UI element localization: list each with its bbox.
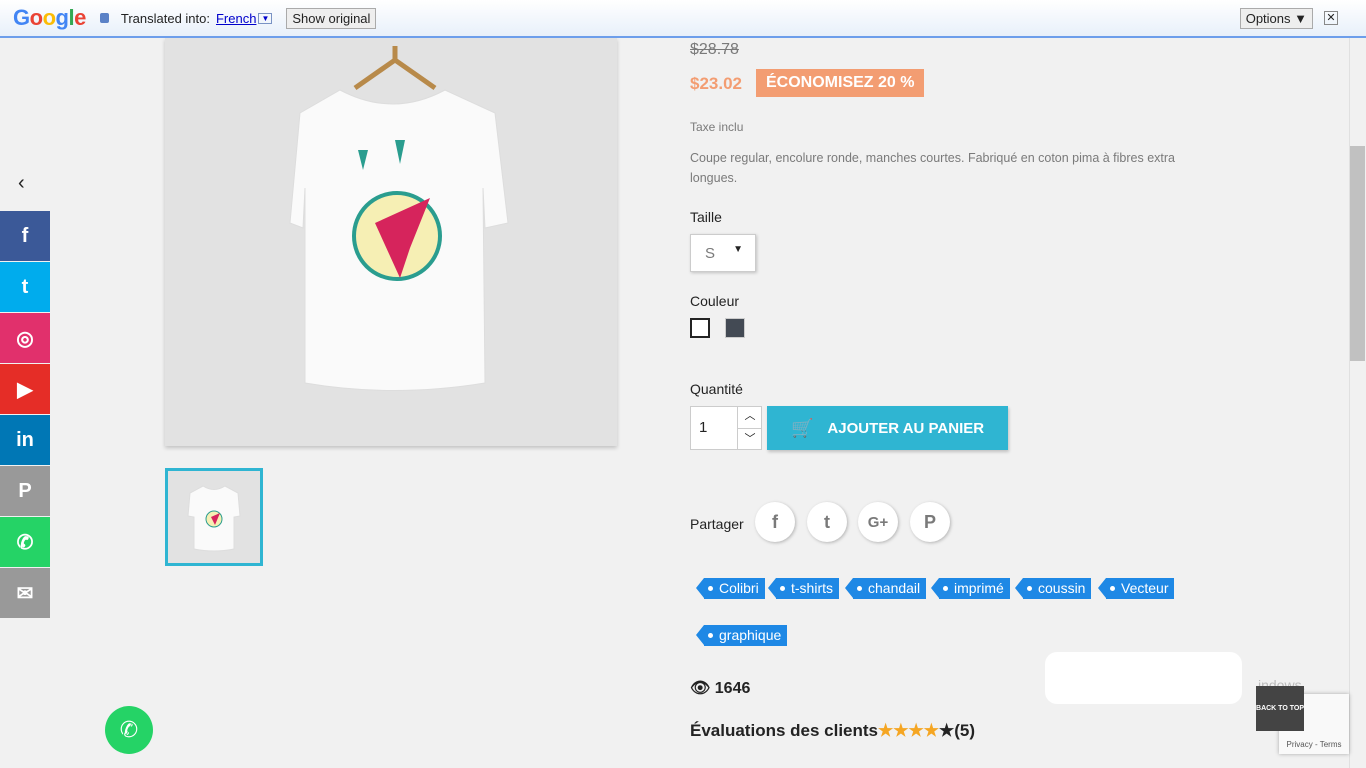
product-image[interactable] bbox=[165, 38, 617, 446]
share-googleplus-icon[interactable]: G+ bbox=[858, 502, 898, 542]
social-email-icon[interactable]: ✉ bbox=[0, 568, 50, 618]
back-to-top-button[interactable]: BACK TO TOP bbox=[1256, 686, 1304, 731]
back-to-top-label: BACK TO TOP bbox=[1256, 705, 1304, 712]
caret-down-icon: ▼ bbox=[733, 244, 743, 255]
star-icon: ★ bbox=[878, 721, 894, 740]
size-label: Taille bbox=[690, 209, 722, 225]
current-price: $23.02 bbox=[690, 74, 742, 93]
reviews-count[interactable]: (5) bbox=[954, 721, 975, 740]
scrollbar[interactable] bbox=[1349, 38, 1366, 768]
social-youtube-icon[interactable]: ▶ bbox=[0, 364, 50, 414]
reviews-title: Évaluations des clients bbox=[690, 721, 879, 740]
options-button[interactable]: Options ▼ bbox=[1239, 7, 1313, 29]
product-description: Coupe regular, encolure ronde, manches c… bbox=[690, 151, 1175, 185]
google-logo: Google bbox=[13, 5, 86, 30]
discount-badge: ÉCONOMISEZ 20 % bbox=[756, 69, 925, 97]
translate-bar: Google Translated into: French ▼ Show or… bbox=[0, 0, 1366, 38]
social-linkedin-icon[interactable]: in bbox=[0, 415, 50, 465]
tag-link[interactable]: chandail bbox=[844, 578, 927, 599]
views-count: 👁 1646 bbox=[690, 678, 750, 698]
share-facebook-icon[interactable]: f bbox=[755, 502, 795, 542]
share-twitter-icon[interactable]: t bbox=[807, 502, 847, 542]
tag-link[interactable]: graphique bbox=[695, 625, 788, 646]
quantity-down-button[interactable]: ﹀ bbox=[737, 428, 762, 450]
chevron-left-icon[interactable]: ‹ bbox=[18, 172, 25, 195]
color-label: Couleur bbox=[690, 293, 740, 309]
blurred-overlay bbox=[1045, 652, 1242, 704]
star-icon: ★ bbox=[939, 721, 955, 740]
share-pinterest-icon[interactable]: P bbox=[910, 502, 950, 542]
views-value: 1646 bbox=[714, 680, 751, 697]
scrollbar-thumb[interactable] bbox=[1350, 146, 1365, 361]
tag-link[interactable]: t-shirts bbox=[768, 578, 839, 599]
reviews-heading: Évaluations des clients★★★★★(5) bbox=[690, 721, 975, 741]
whatsapp-chat-button[interactable]: ✆ bbox=[105, 706, 153, 754]
social-whatsapp-icon[interactable]: ✆ bbox=[0, 517, 50, 567]
size-value: S bbox=[705, 245, 716, 262]
cart-icon: 🛒 bbox=[791, 417, 814, 438]
size-select[interactable]: S ▼ bbox=[690, 234, 756, 272]
quantity-up-button[interactable]: ︿ bbox=[737, 406, 762, 428]
star-icon: ★ bbox=[908, 721, 924, 740]
color-swatch-white[interactable] bbox=[690, 318, 710, 338]
social-pinterest-icon[interactable]: P bbox=[0, 466, 50, 516]
add-to-cart-label: AJOUTER AU PANIER bbox=[827, 419, 985, 437]
social-instagram-icon[interactable]: ◎ bbox=[0, 313, 50, 363]
rating-stars: ★★★★★ bbox=[878, 721, 954, 740]
quantity-label: Quantité bbox=[690, 381, 743, 397]
language-link[interactable]: French bbox=[216, 11, 256, 26]
tag-link[interactable]: imprimé bbox=[931, 578, 1010, 599]
language-dropdown-icon[interactable]: ▼ bbox=[258, 12, 273, 24]
add-to-cart-button[interactable]: 🛒 AJOUTER AU PANIER bbox=[767, 406, 1008, 450]
eye-icon: 👁 bbox=[690, 680, 711, 697]
star-icon: ★ bbox=[893, 721, 909, 740]
lock-icon bbox=[99, 13, 109, 23]
social-facebook-icon[interactable]: f bbox=[0, 211, 50, 261]
tag-link[interactable]: Vecteur bbox=[1097, 578, 1175, 599]
star-icon: ★ bbox=[923, 721, 940, 740]
share-label: Partager bbox=[690, 516, 744, 532]
translated-label: Translated into: bbox=[120, 10, 210, 26]
close-icon[interactable]: ✕ bbox=[1324, 11, 1338, 25]
social-twitter-icon[interactable]: t bbox=[0, 262, 50, 312]
color-swatch-dark[interactable] bbox=[725, 318, 745, 338]
tax-label: Taxe inclu bbox=[690, 120, 744, 134]
social-sidebar: f t ◎ ▶ in P ✆ ✉ bbox=[0, 211, 50, 619]
old-price: $28.78 bbox=[690, 41, 739, 58]
recaptcha-links[interactable]: Privacy - Terms bbox=[1287, 740, 1342, 749]
tag-link[interactable]: coussin bbox=[1014, 578, 1092, 599]
tag-link[interactable]: Colibri bbox=[696, 578, 765, 599]
show-original-button[interactable]: Show original bbox=[286, 7, 377, 29]
product-thumbnail[interactable] bbox=[165, 468, 263, 566]
